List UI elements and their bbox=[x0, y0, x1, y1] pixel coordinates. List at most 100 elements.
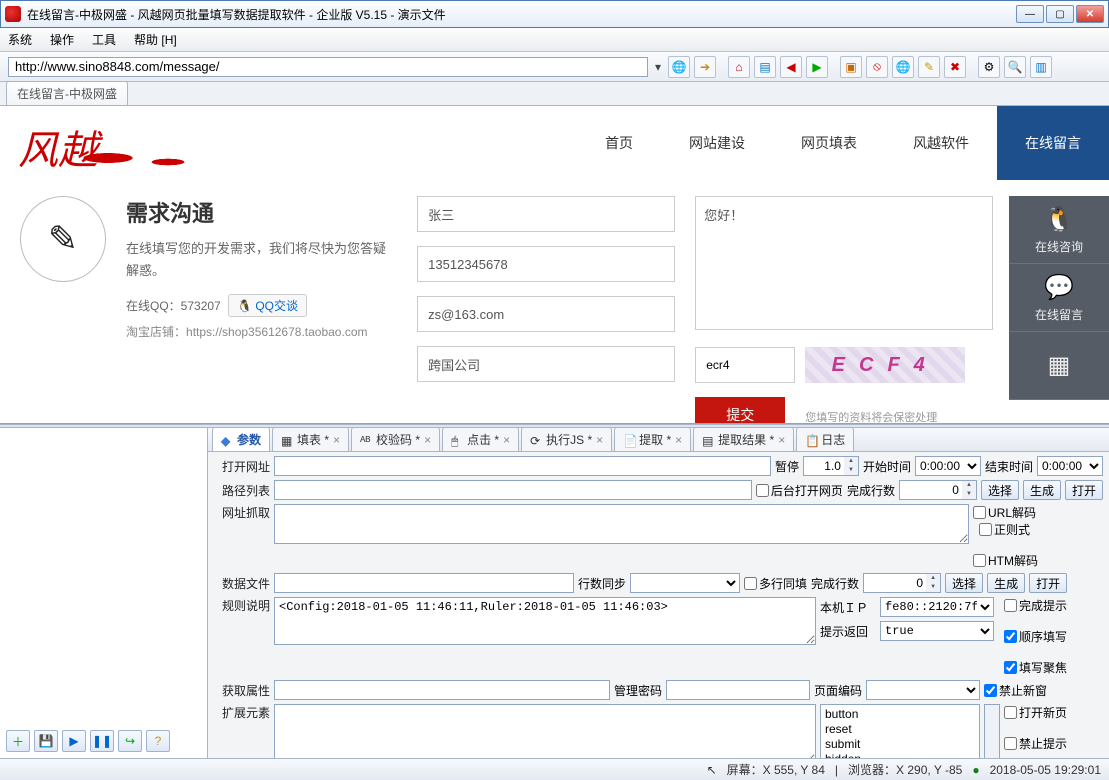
chk-multi-fill[interactable]: 多行同填 bbox=[744, 575, 807, 592]
ext-elem-text[interactable] bbox=[274, 704, 816, 758]
phone-field[interactable] bbox=[417, 246, 675, 282]
local-ip-select[interactable]: fe80::2120:7f07: bbox=[880, 597, 994, 617]
address-dropdown[interactable]: ▾ bbox=[652, 60, 664, 74]
menu-tools[interactable]: 工具 bbox=[92, 31, 116, 48]
gen-button-2[interactable]: 生成 bbox=[987, 573, 1025, 593]
panel-icon[interactable]: ▥ bbox=[1030, 56, 1052, 78]
chk-htm-decode[interactable]: HTM解码 bbox=[973, 552, 1103, 569]
tree-save-button[interactable]: 💾 bbox=[34, 730, 58, 752]
home-icon[interactable]: ⌂ bbox=[728, 56, 750, 78]
nav-msg[interactable]: 在线留言 bbox=[997, 106, 1109, 180]
back-icon[interactable]: ◀ bbox=[780, 56, 802, 78]
shop-label: 淘宝店铺： bbox=[126, 325, 186, 339]
gen-button[interactable]: 生成 bbox=[1023, 480, 1061, 500]
tree-help-button[interactable]: ? bbox=[146, 730, 170, 752]
select-button-2[interactable]: 选择 bbox=[945, 573, 983, 593]
path-list-input[interactable] bbox=[274, 480, 752, 500]
browser-viewport: 风越 首页 网站建设 网页填表 风越软件 在线留言 ✎ 需求沟通 在线填写您的开… bbox=[0, 106, 1109, 424]
tab-result[interactable]: ▤提取结果 *× bbox=[693, 427, 794, 452]
tree-pause-button[interactable]: ❚❚ bbox=[90, 730, 114, 752]
window-title: 在线留言-中极网盛 - 风越网页批量填写数据提取软件 - 企业版 V5.15 -… bbox=[27, 6, 1016, 23]
data-file-input[interactable] bbox=[274, 573, 574, 593]
tab-params[interactable]: ◆参数 bbox=[212, 427, 270, 452]
label-pause: 暂停 bbox=[775, 458, 799, 475]
tree-play-button[interactable]: ▶ bbox=[62, 730, 86, 752]
float-message[interactable]: 💬在线留言 bbox=[1009, 264, 1109, 332]
chk-no-newwin[interactable]: 禁止新窗 bbox=[984, 682, 1047, 699]
float-consult[interactable]: 🐧在线咨询 bbox=[1009, 196, 1109, 264]
tab-verify[interactable]: ᴬᴮ校验码 *× bbox=[351, 427, 440, 452]
done-rows-spinner[interactable]: ▲▼ bbox=[899, 480, 977, 500]
stop-icon[interactable]: ⦸ bbox=[866, 56, 888, 78]
chk-fill-focus[interactable]: 填写聚焦 bbox=[1004, 659, 1080, 676]
message-field[interactable]: 您好！ bbox=[695, 196, 993, 330]
minimize-button[interactable]: — bbox=[1016, 5, 1044, 23]
page-enc-select[interactable] bbox=[866, 680, 980, 700]
go-ie-icon[interactable]: 🌐 bbox=[668, 56, 690, 78]
extract-icon: 📄 bbox=[623, 434, 635, 446]
tree-export-button[interactable]: ↪ bbox=[118, 730, 142, 752]
ext-elem-list[interactable]: buttonresetsubmithiddeniframe bbox=[820, 704, 980, 758]
open-url-input[interactable] bbox=[274, 456, 771, 476]
pause-spinner[interactable]: ▲▼ bbox=[803, 456, 859, 476]
submit-button[interactable]: 提交 bbox=[695, 397, 785, 424]
tab-fill[interactable]: ▦填表 *× bbox=[272, 427, 349, 452]
captcha-field[interactable] bbox=[695, 347, 795, 383]
menu-help[interactable]: 帮助 [H] bbox=[134, 31, 177, 48]
url-crawl-text[interactable] bbox=[274, 504, 969, 544]
end-time-select[interactable]: 0:00:00 bbox=[1037, 456, 1103, 476]
nav-build[interactable]: 网站建设 bbox=[661, 106, 773, 180]
run-icon[interactable]: ▣ bbox=[840, 56, 862, 78]
nav-home[interactable]: 首页 bbox=[577, 106, 661, 180]
qq-label: 在线QQ：573207 bbox=[126, 299, 221, 313]
nav-form[interactable]: 网页填表 bbox=[773, 106, 885, 180]
chk-open-newpage[interactable]: 打开新页 bbox=[1004, 704, 1080, 721]
forward-icon[interactable]: ▶ bbox=[806, 56, 828, 78]
chk-url-decode[interactable]: URL解码 bbox=[973, 504, 1103, 521]
qq-chat-button[interactable]: 🐧 QQ交谈 bbox=[228, 294, 307, 317]
rule-desc-text[interactable]: <Config:2018-01-05 11:46:11,Ruler:2018-0… bbox=[274, 597, 816, 645]
company-field[interactable] bbox=[417, 346, 675, 382]
js-icon: ⟳ bbox=[530, 434, 542, 446]
select-button[interactable]: 选择 bbox=[981, 480, 1019, 500]
browser-tab[interactable]: 在线留言-中极网盛 bbox=[6, 81, 128, 105]
menu-system[interactable]: 系统 bbox=[8, 31, 32, 48]
label-data-file: 数据文件 bbox=[214, 575, 270, 592]
settings-icon[interactable]: ⚙ bbox=[978, 56, 1000, 78]
ext-list-scrollbar[interactable] bbox=[984, 704, 1000, 758]
delete-icon[interactable]: ✖ bbox=[944, 56, 966, 78]
captcha-image[interactable]: ECF4 bbox=[805, 347, 965, 383]
tab-js[interactable]: ⟳执行JS *× bbox=[521, 427, 612, 452]
find-icon[interactable]: ✎ bbox=[918, 56, 940, 78]
menu-operate[interactable]: 操作 bbox=[50, 31, 74, 48]
go-button[interactable]: ➔ bbox=[694, 56, 716, 78]
chk-seq-fill[interactable]: 顺序填写 bbox=[1004, 628, 1080, 645]
address-input[interactable] bbox=[8, 57, 648, 77]
chk-regex[interactable]: 正则式 bbox=[979, 521, 1103, 538]
done-rows2-spinner[interactable]: ▲▼ bbox=[863, 573, 941, 593]
open-button-2[interactable]: 打开 bbox=[1029, 573, 1067, 593]
get-attr-input[interactable] bbox=[274, 680, 610, 700]
float-qrcode[interactable]: ▦ bbox=[1009, 332, 1109, 400]
copy-icon[interactable]: ▤ bbox=[754, 56, 776, 78]
tab-log[interactable]: 📋日志 bbox=[796, 427, 854, 452]
chk-bg-open[interactable]: 后台打开网页 bbox=[756, 482, 843, 499]
nav-soft[interactable]: 风越软件 bbox=[885, 106, 997, 180]
open-button[interactable]: 打开 bbox=[1065, 480, 1103, 500]
maximize-button[interactable]: ▢ bbox=[1046, 5, 1074, 23]
tree-add-button[interactable]: ＋ bbox=[6, 730, 30, 752]
hint-return-select[interactable]: true bbox=[880, 621, 994, 641]
close-button[interactable]: ✕ bbox=[1076, 5, 1104, 23]
email-field[interactable] bbox=[417, 296, 675, 332]
admin-pwd-input[interactable] bbox=[666, 680, 810, 700]
chk-no-hint[interactable]: 禁止提示 bbox=[1004, 735, 1080, 752]
start-time-select[interactable]: 0:00:00 bbox=[915, 456, 981, 476]
shop-link[interactable]: https://shop35612678.taobao.com bbox=[186, 325, 367, 339]
tab-extract[interactable]: 📄提取 *× bbox=[614, 427, 691, 452]
name-field[interactable] bbox=[417, 196, 675, 232]
chk-done-hint[interactable]: 完成提示 bbox=[1004, 597, 1080, 614]
row-sync-select[interactable] bbox=[630, 573, 740, 593]
reload-icon[interactable]: 🌐 bbox=[892, 56, 914, 78]
tab-click[interactable]: 🖱点击 *× bbox=[442, 427, 519, 452]
search-icon[interactable]: 🔍 bbox=[1004, 56, 1026, 78]
